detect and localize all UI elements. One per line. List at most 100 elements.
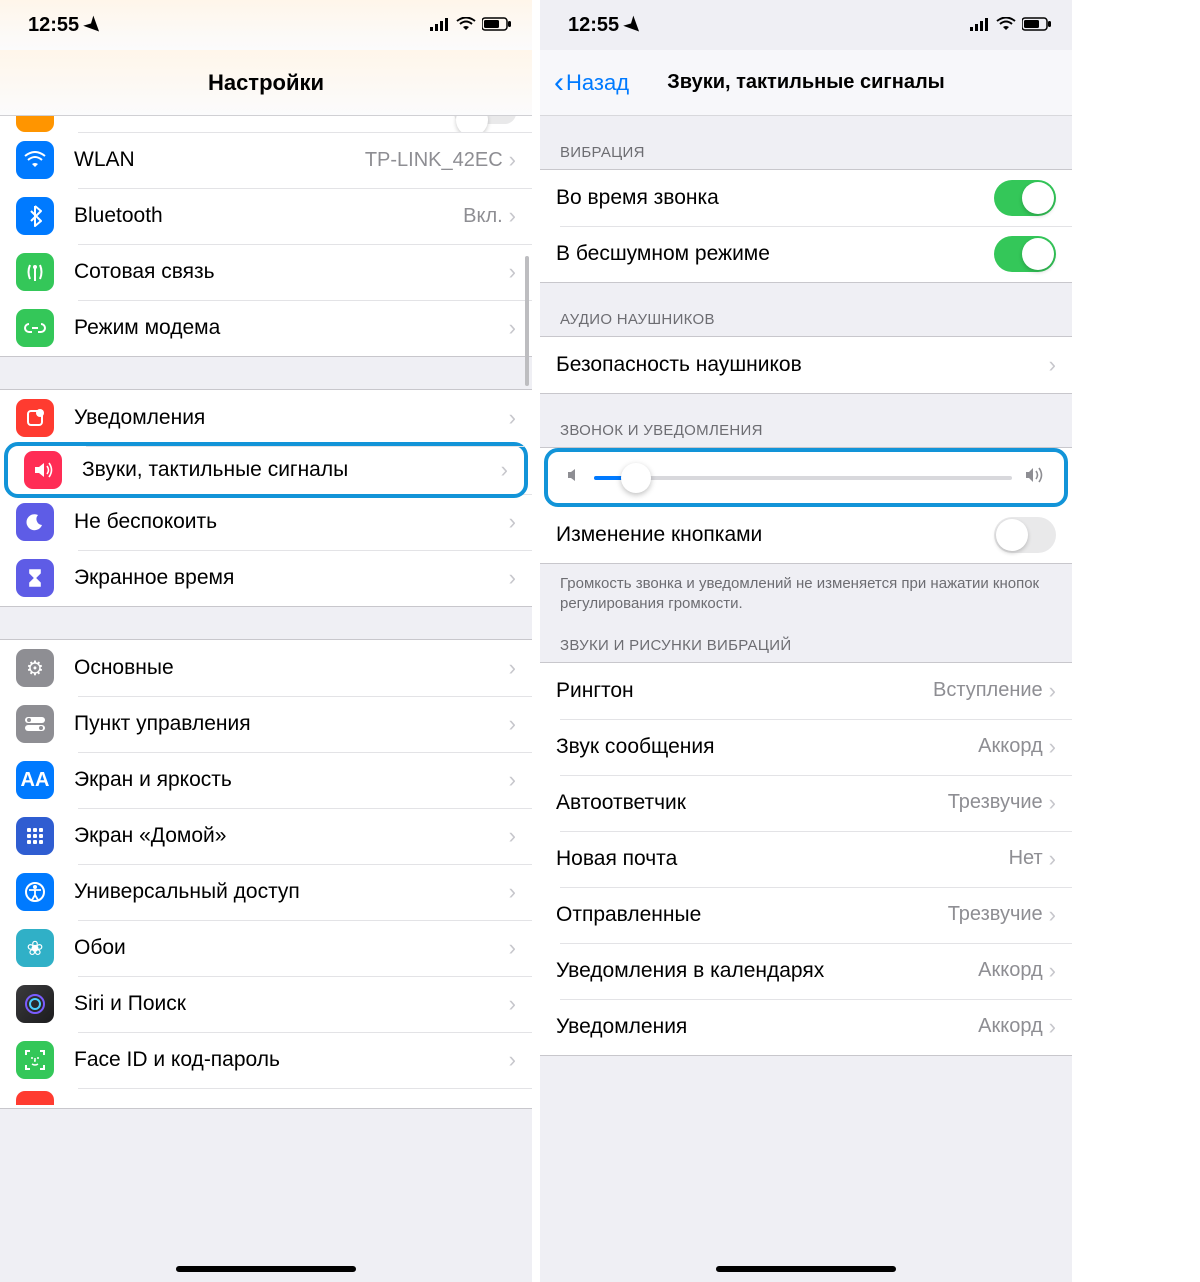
nav-header: ‹ Назад Звуки, тактильные сигналы <box>540 50 1072 116</box>
row-detail: Аккорд <box>978 1015 1043 1038</box>
row-sound-6[interactable]: УведомленияАккорд› <box>540 999 1072 1055</box>
row-sound-3[interactable]: Новая почтаНет› <box>540 831 1072 887</box>
row-detail: Вступление <box>933 679 1043 702</box>
row-sounds[interactable]: Звуки, тактильные сигналы › <box>4 442 528 498</box>
row-label: Во время звонка <box>556 186 994 210</box>
row-sound-1[interactable]: Звук сообщенияАккорд› <box>540 719 1072 775</box>
toggle-vibrate-silent[interactable] <box>994 236 1056 272</box>
back-button[interactable]: ‹ Назад <box>554 68 629 98</box>
row-label: Уведомления в календарях <box>556 959 978 983</box>
battery-icon <box>1022 14 1052 37</box>
chevron-icon: › <box>509 259 516 285</box>
row-label: Пункт управления <box>74 712 509 736</box>
row-screentime[interactable]: Экранное время › <box>0 550 532 606</box>
row-detail: Вкл. <box>463 205 503 228</box>
row-general[interactable]: ⚙︎ Основные › <box>0 640 532 696</box>
row-dnd[interactable]: Не беспокоить › <box>0 494 532 550</box>
location-icon: ➤ <box>79 10 109 40</box>
row-label: Уведомления <box>556 1015 978 1039</box>
sos-icon <box>16 1091 54 1105</box>
list-item[interactable] <box>0 116 532 132</box>
row-sound-2[interactable]: АвтоответчикТрезвучие› <box>540 775 1072 831</box>
status-time: 12:55 <box>28 14 79 37</box>
row-notifications[interactable]: Уведомления › <box>0 390 532 446</box>
nav-header: Настройки <box>0 50 532 116</box>
row-label: В бесшумном режиме <box>556 242 994 266</box>
row-label: Режим модема <box>74 316 509 340</box>
location-icon: ➤ <box>619 10 649 40</box>
siri-icon <box>16 985 54 1023</box>
chevron-icon: › <box>509 879 516 905</box>
row-vibrate-ring[interactable]: Во время звонка <box>540 170 1072 226</box>
sounds-screen: 12:55 ➤ ‹ Назад Звуки, тактильные сигн <box>540 0 1072 1282</box>
flower-icon: ❀ <box>16 929 54 967</box>
wifi-icon <box>456 14 476 37</box>
row-detail: Трезвучие <box>948 903 1043 926</box>
row-detail: Трезвучие <box>948 791 1043 814</box>
toggle-change-buttons[interactable] <box>994 517 1056 553</box>
section-footer: Громкость звонка и уведомлений не изменя… <box>540 564 1072 619</box>
row-label: Звуки, тактильные сигналы <box>82 458 501 482</box>
row-sound-0[interactable]: РингтонВступление› <box>540 663 1072 719</box>
toggle-vibrate-ring[interactable] <box>994 180 1056 216</box>
status-icons <box>430 14 512 37</box>
antenna-icon <box>16 253 54 291</box>
chevron-icon: › <box>1049 734 1056 760</box>
row-homescreen[interactable]: Экран «Домой» › <box>0 808 532 864</box>
row-display[interactable]: AA Экран и яркость › <box>0 752 532 808</box>
status-bar: 12:55 ➤ <box>0 0 532 50</box>
wifi-icon <box>16 141 54 179</box>
airplane-icon <box>16 116 54 132</box>
volume-slider-row <box>544 448 1068 507</box>
status-time: 12:55 <box>568 14 619 37</box>
row-label: Универсальный доступ <box>74 880 509 904</box>
row-accessibility[interactable]: Универсальный доступ › <box>0 864 532 920</box>
row-change-with-buttons[interactable]: Изменение кнопками <box>540 507 1072 563</box>
hourglass-icon <box>16 559 54 597</box>
home-indicator[interactable] <box>716 1266 896 1272</box>
row-label: Безопасность наушников <box>556 353 1049 377</box>
row-wallpaper[interactable]: ❀ Обои › <box>0 920 532 976</box>
row-sound-5[interactable]: Уведомления в календаряхАккорд › <box>540 943 1072 999</box>
notification-icon <box>16 399 54 437</box>
row-control-center[interactable]: Пункт управления › <box>0 696 532 752</box>
row-detail: Аккорд <box>978 959 1043 982</box>
row-bluetooth[interactable]: Bluetooth Вкл. › <box>0 188 532 244</box>
chevron-icon: › <box>1049 846 1056 872</box>
speaker-high-icon <box>1024 466 1046 489</box>
row-partial[interactable] <box>0 1088 532 1108</box>
row-headphone-safety[interactable]: Безопасность наушников › <box>540 337 1072 393</box>
page-title: Настройки <box>208 70 324 96</box>
chevron-left-icon: ‹ <box>554 68 564 98</box>
chevron-icon: › <box>1049 902 1056 928</box>
row-label: Siri и Поиск <box>74 992 509 1016</box>
row-label: Экран «Домой» <box>74 824 509 848</box>
row-faceid[interactable]: Face ID и код-пароль › <box>0 1032 532 1088</box>
row-siri[interactable]: Siri и Поиск › <box>0 976 532 1032</box>
chevron-icon: › <box>509 509 516 535</box>
volume-slider[interactable] <box>594 476 1012 480</box>
row-cellular[interactable]: Сотовая связь › <box>0 244 532 300</box>
row-label: Сотовая связь <box>74 260 509 284</box>
row-vibrate-silent[interactable]: В бесшумном режиме <box>540 226 1072 282</box>
moon-icon <box>16 503 54 541</box>
row-label: WLAN <box>74 148 365 172</box>
scrollbar[interactable] <box>525 256 529 386</box>
row-hotspot[interactable]: Режим модема › <box>0 300 532 356</box>
home-indicator[interactable] <box>176 1266 356 1272</box>
text-size-icon: AA <box>16 761 54 799</box>
chevron-icon: › <box>509 203 516 229</box>
row-label: Отправленные <box>556 903 948 927</box>
chevron-icon: › <box>1049 352 1056 378</box>
chevron-icon: › <box>509 1047 516 1073</box>
row-sound-4[interactable]: ОтправленныеТрезвучие › <box>540 887 1072 943</box>
battery-icon <box>482 14 512 37</box>
chevron-icon: › <box>501 457 508 483</box>
chevron-icon: › <box>1049 790 1056 816</box>
chevron-icon: › <box>509 147 516 173</box>
row-label: Bluetooth <box>74 204 463 228</box>
row-wlan[interactable]: WLAN TP-LINK_42EC › <box>0 132 532 188</box>
chevron-icon: › <box>1049 958 1056 984</box>
chevron-icon: › <box>509 823 516 849</box>
toggle[interactable] <box>454 116 516 124</box>
